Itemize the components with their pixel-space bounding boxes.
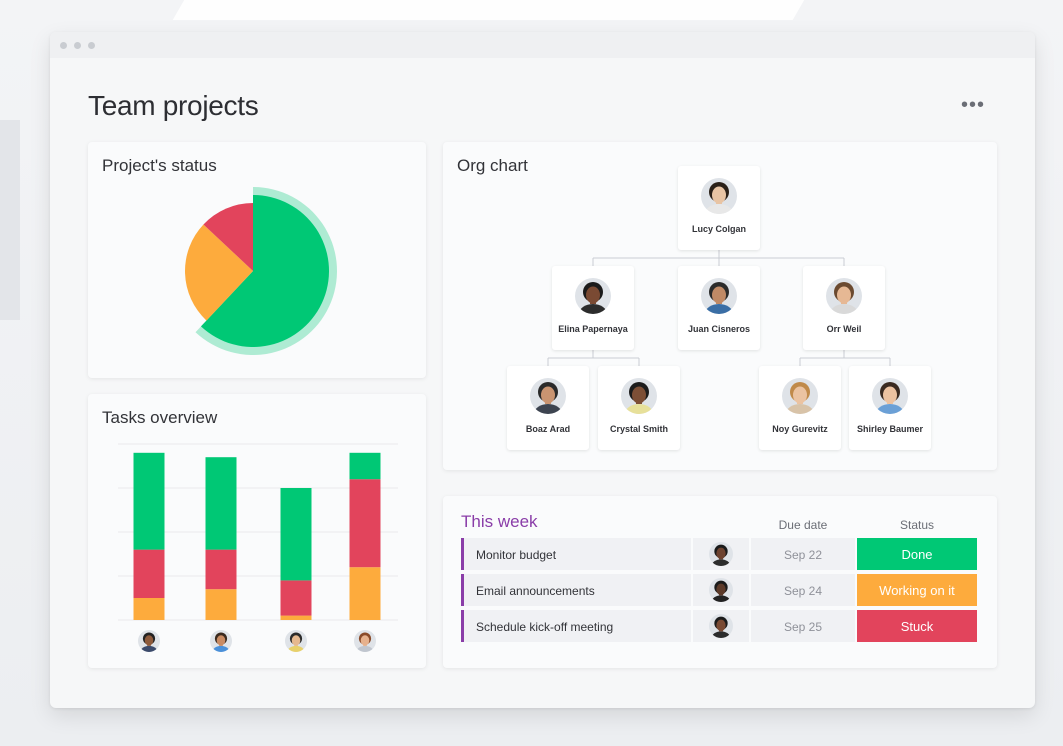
due-date-header: Due date (778, 518, 828, 532)
avatar-image (709, 542, 733, 566)
bar-segment-done[interactable] (205, 457, 237, 550)
org-node-name: Crystal Smith (609, 424, 669, 434)
table-row[interactable]: Monitor budget Sep 22 Done (461, 538, 977, 570)
avatar-image (530, 378, 566, 414)
due-date-cell[interactable]: Sep 24 (751, 574, 855, 606)
org-node-name: Shirley Baumer (856, 424, 924, 434)
status-badge[interactable]: Done (857, 538, 977, 570)
window-dot-icon (88, 42, 95, 49)
bar-segment-working-on-it[interactable] (133, 598, 165, 620)
bar-segment-stuck[interactable] (280, 580, 312, 616)
status-badge[interactable]: Stuck (857, 610, 977, 642)
table-row[interactable]: Email announcements Sep 24 Working on it (461, 574, 977, 606)
window-dot-icon (60, 42, 67, 49)
org-node[interactable]: Noy Gurevitz (759, 366, 841, 450)
avatar (709, 542, 733, 571)
avatar (782, 378, 818, 419)
avatar (826, 278, 862, 319)
org-node-name: Juan Cisneros (687, 324, 751, 334)
avatar (872, 378, 908, 419)
bar-segment-done[interactable] (349, 452, 381, 480)
card-title: Project's status (102, 156, 217, 175)
avatar (210, 630, 232, 652)
due-date-cell[interactable]: Sep 22 (751, 538, 855, 570)
this-week-title: This week (461, 512, 538, 531)
org-node[interactable]: Boaz Arad (507, 366, 589, 450)
avatar-image (709, 614, 733, 638)
page-title: Team projects (88, 90, 259, 121)
avatar-image (575, 278, 611, 314)
task-name[interactable]: Schedule kick-off meeting (461, 610, 691, 642)
org-node[interactable]: Crystal Smith (598, 366, 680, 450)
avatar (530, 378, 566, 419)
org-node[interactable]: Shirley Baumer (849, 366, 931, 450)
avatar (285, 630, 307, 652)
bar-segment-done[interactable] (133, 452, 165, 550)
org-node-name: Orr Weil (826, 324, 862, 334)
bar-segment-stuck[interactable] (133, 549, 165, 598)
avatar-image (621, 378, 657, 414)
task-name[interactable]: Email announcements (461, 574, 691, 606)
bar-segment-stuck[interactable] (349, 479, 381, 568)
window-dot-icon (74, 42, 81, 49)
tasks-bar-chart (118, 443, 398, 652)
org-node-name: Boaz Arad (525, 424, 571, 434)
person-cell[interactable] (693, 574, 749, 606)
tasks-overview-card: Tasks overview (88, 394, 426, 668)
avatar (621, 378, 657, 419)
avatar (354, 630, 376, 652)
org-node[interactable]: Elina Papernaya (552, 266, 634, 350)
due-date-cell[interactable]: Sep 25 (751, 610, 855, 642)
bar-segment-working-on-it[interactable] (349, 567, 381, 620)
avatar-image (826, 278, 862, 314)
org-node[interactable]: Juan Cisneros (678, 266, 760, 350)
task-name[interactable]: Monitor budget (461, 538, 691, 570)
avatar-image (701, 278, 737, 314)
person-cell[interactable] (693, 610, 749, 642)
table-row[interactable]: Schedule kick-off meeting Sep 25 Stuck (461, 610, 977, 642)
project-status-card: Project's status (88, 142, 426, 378)
bar-segment-done[interactable] (280, 488, 312, 581)
status-pie-chart (185, 187, 337, 355)
org-node-name: Elina Papernaya (558, 324, 628, 334)
bar-segment-working-on-it[interactable] (205, 589, 237, 620)
avatar (709, 614, 733, 643)
org-chart-card: Org chart Lucy Colgan Elina Papernaya Juan… (443, 142, 997, 470)
app-window: Team projects ••• Project's status Tasks… (50, 32, 1035, 708)
avatar (701, 278, 737, 319)
avatar (575, 278, 611, 319)
avatar (709, 578, 733, 607)
this-week-card: This week Due date Status Monitor budget… (443, 496, 997, 668)
avatar-image (782, 378, 818, 414)
more-horizontal-icon[interactable]: ••• (961, 95, 985, 115)
status-header: Status (899, 518, 935, 532)
status-badge[interactable]: Working on it (857, 574, 977, 606)
org-node-name: Noy Gurevitz (772, 424, 828, 434)
avatar (701, 178, 737, 219)
avatar (138, 630, 160, 652)
org-node[interactable]: Lucy Colgan (678, 166, 760, 250)
avatar-image (709, 578, 733, 602)
avatar-image (701, 178, 737, 214)
window-titlebar (50, 32, 1035, 58)
bar-segment-working-on-it[interactable] (280, 615, 312, 620)
background-shape (0, 120, 20, 320)
bar-segment-stuck[interactable] (205, 549, 237, 590)
person-cell[interactable] (693, 538, 749, 570)
avatar-image (872, 378, 908, 414)
org-node-name: Lucy Colgan (691, 224, 746, 234)
background-stripe (172, 0, 828, 20)
org-node[interactable]: Orr Weil (803, 266, 885, 350)
